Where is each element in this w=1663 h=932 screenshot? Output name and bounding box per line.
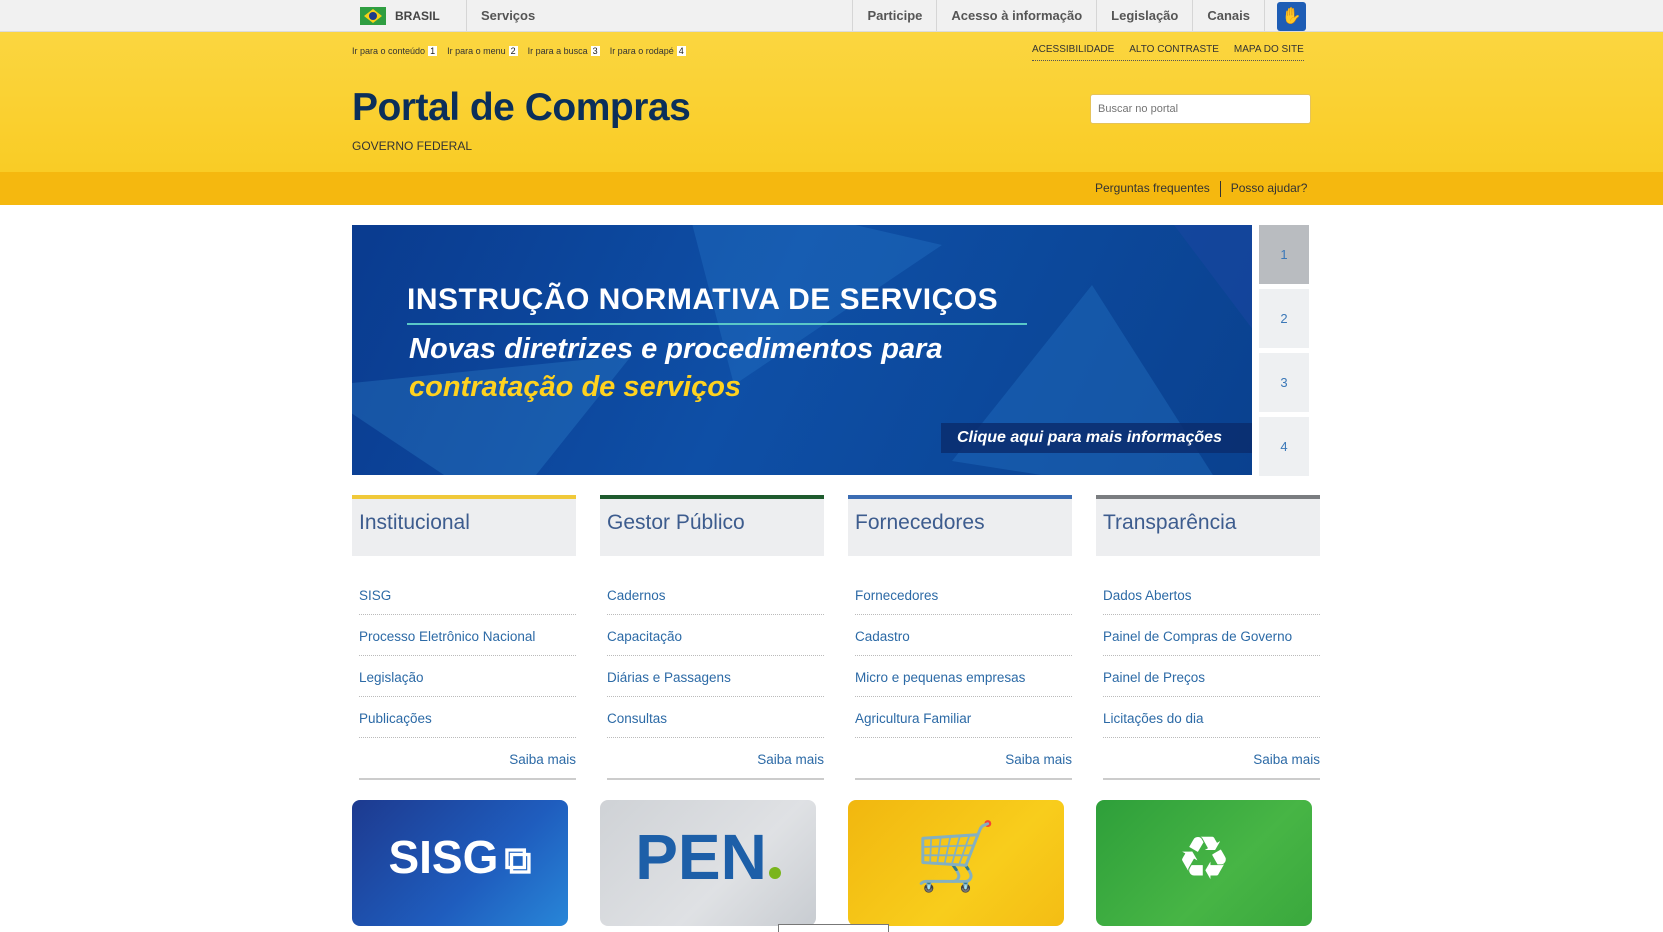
brasil-link[interactable]: BRASIL — [360, 7, 440, 25]
list-item[interactable]: Consultas — [607, 697, 824, 738]
shopping-cart-icon: 🛒 — [914, 819, 998, 893]
gov-bar-divider — [466, 0, 467, 31]
skip-link-content[interactable]: Ir para o conteúdo 1 — [352, 46, 438, 56]
column-title[interactable]: Gestor Público — [600, 495, 824, 556]
page-title[interactable]: Portal de Compras — [352, 86, 691, 130]
nav-participe[interactable]: Participe — [852, 0, 936, 31]
accessibility-link[interactable]: ACESSIBILIDADE — [1032, 44, 1114, 55]
column-title[interactable]: Transparência — [1096, 495, 1320, 556]
high-contrast-link[interactable]: ALTO CONTRASTE — [1129, 44, 1219, 55]
saiba-mais-link[interactable]: Saiba mais — [607, 738, 824, 780]
gov-nav: Participe Acesso à informação Legislação… — [852, 0, 1265, 31]
list-item[interactable]: Licitações do dia — [1103, 697, 1320, 738]
column-institucional: Institucional SISG Processo Eletrônico N… — [352, 495, 576, 780]
page-subtitle: GOVERNO FEDERAL — [352, 139, 473, 153]
nav-acesso-informacao[interactable]: Acesso à informação — [936, 0, 1096, 31]
column-fornecedores: Fornecedores Fornecedores Cadastro Micro… — [848, 495, 1072, 780]
list-item[interactable]: Micro e pequenas empresas — [855, 656, 1072, 697]
list-item[interactable]: SISG — [359, 574, 576, 615]
list-item[interactable]: Agricultura Familiar — [855, 697, 1072, 738]
column-transparencia: Transparência Dados Abertos Painel de Co… — [1096, 495, 1320, 780]
site-header: Ir para o conteúdo 1 Ir para o menu 2 Ir p… — [0, 32, 1663, 172]
sub-bar: Perguntas frequentes Posso ajudar? — [0, 172, 1663, 205]
list-item[interactable]: Processo Eletrônico Nacional — [359, 615, 576, 656]
column-title[interactable]: Fornecedores — [848, 495, 1072, 556]
tile-compras[interactable]: 🛒 — [848, 800, 1064, 926]
site-map-link[interactable]: MAPA DO SITE — [1234, 44, 1304, 55]
divider — [1219, 181, 1221, 197]
gov-bar: BRASIL Serviços Participe Acesso à infor… — [0, 0, 1663, 32]
banner-cta[interactable]: Clique aqui para mais informações — [941, 423, 1252, 453]
footer-tab — [778, 924, 889, 932]
pager-1[interactable]: 1 — [1259, 225, 1309, 284]
list-item[interactable]: Fornecedores — [855, 574, 1072, 615]
list-item[interactable]: Painel de Compras de Governo — [1103, 615, 1320, 656]
nav-legislacao[interactable]: Legislação — [1096, 0, 1192, 31]
list-item[interactable]: Publicações — [359, 697, 576, 738]
list-item[interactable]: Cadernos — [607, 574, 824, 615]
list-item[interactable]: Legislação — [359, 656, 576, 697]
pager-4[interactable]: 4 — [1259, 417, 1309, 476]
skip-link-search[interactable]: Ir para a busca 3 — [528, 46, 600, 56]
sign-language-icon[interactable]: ✋ — [1277, 2, 1306, 31]
tile-pen[interactable]: PEN — [600, 800, 816, 926]
servicos-link[interactable]: Serviços — [481, 8, 535, 23]
pen-logo-icon: PEN — [600, 820, 816, 894]
sustainability-icon: ♻ — [1177, 825, 1231, 892]
list-item[interactable]: Diárias e Passagens — [607, 656, 824, 697]
banner-pager: 1 2 3 4 — [1259, 225, 1309, 481]
brazil-flag-icon — [360, 7, 386, 25]
tile-sustentabilidade[interactable]: ♻ — [1096, 800, 1312, 926]
banner-heading: INSTRUÇÃO NORMATIVA DE SERVIÇOS — [407, 283, 999, 316]
banner-highlight: contratação de serviços — [409, 371, 742, 403]
faq-link[interactable]: Perguntas frequentes — [1095, 181, 1210, 197]
column-gestor-publico: Gestor Público Cadernos Capacitação Diár… — [600, 495, 824, 780]
pager-2[interactable]: 2 — [1259, 289, 1309, 348]
hero-banner[interactable]: INSTRUÇÃO NORMATIVA DE SERVIÇOS Novas di… — [352, 225, 1252, 475]
list-item[interactable]: Capacitação — [607, 615, 824, 656]
brasil-label: BRASIL — [395, 9, 440, 23]
search-input[interactable] — [1090, 94, 1311, 124]
list-item[interactable]: Cadastro — [855, 615, 1072, 656]
saiba-mais-link[interactable]: Saiba mais — [855, 738, 1072, 780]
nav-canais[interactable]: Canais — [1192, 0, 1265, 31]
saiba-mais-link[interactable]: Saiba mais — [1103, 738, 1320, 780]
saiba-mais-link[interactable]: Saiba mais — [359, 738, 576, 780]
accessibility-links: ACESSIBILIDADE ALTO CONTRASTE MAPA DO SI… — [1032, 44, 1304, 61]
skip-link-footer[interactable]: Ir para o rodapé 4 — [610, 46, 686, 56]
banner-underline — [407, 323, 1027, 325]
tile-sisg[interactable]: SISG ⧉ — [352, 800, 568, 926]
list-item[interactable]: Painel de Preços — [1103, 656, 1320, 697]
pager-3[interactable]: 3 — [1259, 353, 1309, 412]
skip-links: Ir para o conteúdo 1 Ir para o menu 2 Ir p… — [352, 46, 686, 56]
sisg-logo-icon: SISG ⧉ — [388, 831, 532, 883]
banner-text: Novas diretrizes e procedimentos para — [409, 333, 943, 365]
column-title[interactable]: Institucional — [352, 495, 576, 556]
skip-link-menu[interactable]: Ir para o menu 2 — [447, 46, 518, 56]
list-item[interactable]: Dados Abertos — [1103, 574, 1320, 615]
help-link[interactable]: Posso ajudar? — [1231, 181, 1308, 197]
